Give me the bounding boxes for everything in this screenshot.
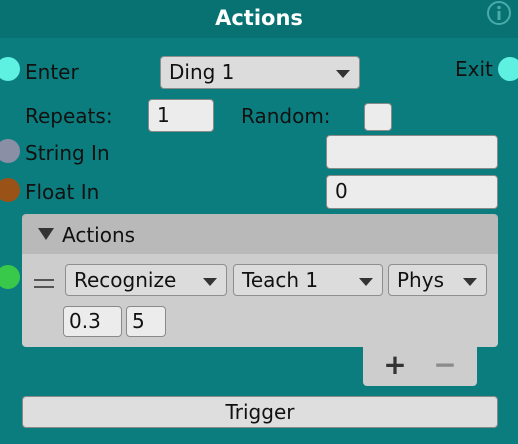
- action-value-2-field[interactable]: 5: [126, 306, 166, 337]
- enter-port[interactable]: [0, 57, 20, 81]
- remove-item-button[interactable]: −: [425, 350, 465, 380]
- action-target-value: Teach 1: [242, 268, 319, 292]
- repeats-field[interactable]: 1: [148, 99, 214, 132]
- chevron-down-icon: [203, 278, 217, 286]
- chevron-down-icon: [463, 278, 477, 286]
- random-label: Random:: [241, 104, 331, 128]
- list-add-remove-bar: + −: [363, 346, 477, 386]
- float-in-port[interactable]: [0, 178, 20, 202]
- info-icon[interactable]: [485, 0, 513, 28]
- foldout-triangle-icon[interactable]: [38, 228, 54, 240]
- chevron-down-icon: [359, 278, 373, 286]
- exit-label: Exit: [455, 57, 493, 81]
- exit-port[interactable]: [498, 57, 518, 81]
- drag-handle-icon[interactable]: [34, 279, 54, 293]
- node-title: Actions: [215, 6, 303, 30]
- chevron-down-icon: [336, 70, 350, 78]
- random-checkbox[interactable]: [364, 103, 392, 131]
- action-target-dropdown[interactable]: Teach 1: [233, 264, 383, 296]
- actions-list-header[interactable]: Actions: [22, 214, 498, 254]
- actions-list-body: Recognize Teach 1 Phys 0.3 5: [22, 254, 498, 347]
- action-type-dropdown[interactable]: Recognize: [65, 264, 227, 296]
- enter-dropdown[interactable]: Ding 1: [160, 56, 360, 89]
- float-in-field[interactable]: 0: [326, 175, 498, 209]
- action-port[interactable]: [0, 265, 20, 289]
- actions-list-header-label: Actions: [62, 223, 136, 247]
- string-in-label: String In: [25, 141, 110, 165]
- add-item-button[interactable]: +: [375, 350, 415, 380]
- repeats-label: Repeats:: [25, 104, 113, 128]
- string-in-field[interactable]: [326, 135, 498, 169]
- action-mode-value: Phys: [397, 268, 444, 292]
- trigger-button[interactable]: Trigger: [22, 396, 498, 428]
- action-mode-dropdown[interactable]: Phys: [388, 264, 487, 296]
- action-value-1-field[interactable]: 0.3: [63, 306, 122, 337]
- string-in-port[interactable]: [0, 139, 20, 163]
- enter-label: Enter: [25, 60, 79, 84]
- enter-dropdown-value: Ding 1: [169, 60, 235, 84]
- float-in-label: Float In: [25, 180, 100, 204]
- action-type-value: Recognize: [74, 268, 177, 292]
